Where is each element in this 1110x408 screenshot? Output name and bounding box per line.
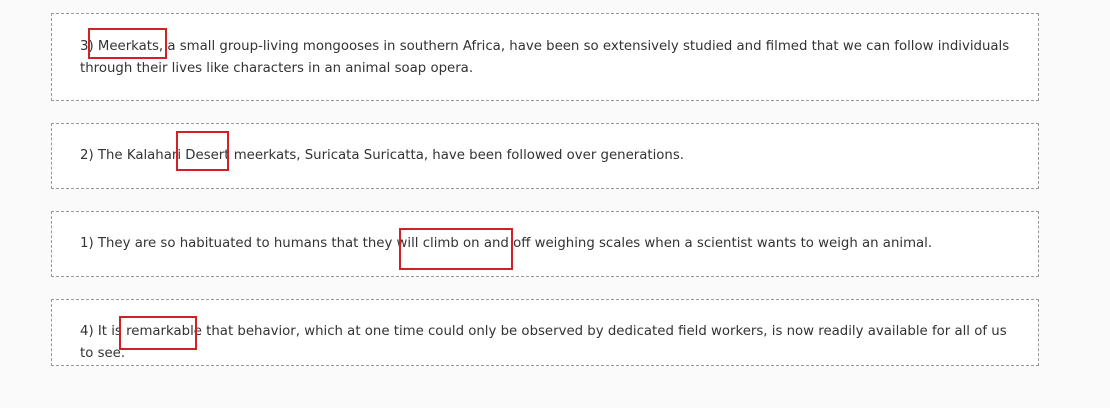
sentence-text: 1) They are so habituated to humans that… xyxy=(80,236,933,251)
sentence-card-4[interactable]: 4) It is remarkable that behavior, which… xyxy=(51,299,1039,366)
sentence-text: 3) Meerkats, a small group-living mongoo… xyxy=(80,39,1010,76)
sentence-card-1[interactable]: 3) Meerkats, a small group-living mongoo… xyxy=(51,13,1039,101)
sentence-text: 4) It is remarkable that behavior, which… xyxy=(80,324,1007,361)
highlight-box-remarkable[interactable] xyxy=(119,316,197,350)
highlight-box-desert[interactable] xyxy=(176,131,229,171)
highlight-box-meerkats[interactable] xyxy=(88,28,167,59)
sentence-ordering-area: 3) Meerkats, a small group-living mongoo… xyxy=(0,0,1110,408)
highlight-box-climb-on-and-off[interactable] xyxy=(399,228,513,270)
sentence-card-3[interactable]: 1) They are so habituated to humans that… xyxy=(51,211,1039,277)
